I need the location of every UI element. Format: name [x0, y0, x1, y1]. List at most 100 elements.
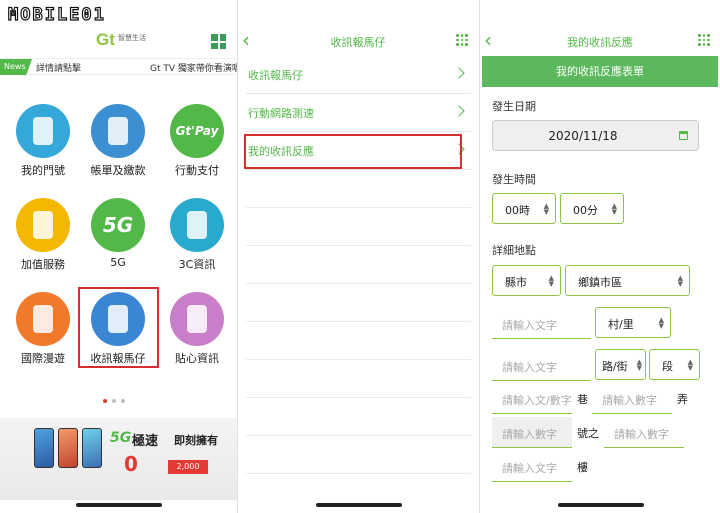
news-ticker[interactable]: News 詳情請點擊 Gt TV 獨家帶你看演唱: [0, 58, 237, 75]
5g-icon: 5G: [91, 198, 145, 252]
banner-fast: 極速: [132, 434, 159, 449]
date-field[interactable]: 2020/11/18: [492, 120, 699, 151]
calendar-icon[interactable]: [679, 131, 688, 140]
banner-zero: 0: [124, 452, 138, 476]
banner-5g: 5G: [110, 430, 132, 446]
service-5g[interactable]: 5G 5G: [83, 198, 153, 269]
screenshot: MOBILE01 Gt 智慧生活 News 詳情請點擊 Gt TV 獨家帶你看演…: [0, 0, 720, 513]
unit-alley: 弄: [677, 393, 688, 406]
phone-image: [34, 428, 54, 468]
menu-item-label: 行動網路測速: [248, 107, 314, 120]
home-indicator: [76, 503, 162, 507]
text-input-sub-number[interactable]: 請輸入數字: [604, 417, 684, 448]
section-select[interactable]: 段 ▲ ▼: [649, 349, 700, 380]
service-label: 貼心資訊: [175, 352, 219, 365]
service-gtpay[interactable]: Gt'Pay 行動支付: [162, 104, 232, 178]
satellite-icon: [16, 292, 70, 346]
menu-screen: ‹ 收訊報馬仔 收訊報馬仔 行動網路測速 我的收訊反應: [238, 0, 478, 513]
unit-floor: 樓: [577, 461, 588, 474]
chevron-right-icon: [453, 105, 465, 117]
updown-arrow-icon: ▲ ▼: [658, 316, 664, 330]
news-text: 詳情請點擊: [36, 64, 82, 74]
section-value: 段: [662, 360, 673, 373]
menu-header: ‹ 收訊報馬仔: [238, 28, 478, 54]
support-icon: [170, 292, 224, 346]
minute-select[interactable]: 00分 ▲ ▼: [560, 193, 624, 224]
home-header: MOBILE01 Gt 智慧生活: [0, 0, 237, 58]
updown-arrow-icon: ▲ ▼: [677, 274, 683, 288]
page-dots: [103, 388, 130, 407]
service-label: 加值服務: [21, 258, 65, 271]
service-label: 5G: [110, 256, 126, 269]
text-input-number[interactable]: 請輸入數字: [492, 417, 572, 448]
grid-dots-icon[interactable]: [698, 34, 710, 46]
placeholder: 請輸入數字: [614, 428, 669, 441]
minute-value: 00分: [573, 204, 598, 217]
updown-arrow-icon: ▲ ▼: [611, 202, 617, 216]
chevron-right-icon: [453, 67, 465, 79]
placeholder: 請輸入文字: [502, 462, 557, 475]
service-satellite[interactable]: 國際漫遊: [8, 292, 78, 366]
watermark-logo: MOBILE01: [7, 4, 106, 25]
service-label: 帳單及繳款: [90, 164, 146, 177]
service-label: 行動支付: [175, 164, 219, 177]
promo-banner[interactable]: 5G 極速 即刻擁有 0 2,000: [0, 418, 237, 500]
home-indicator: [316, 503, 402, 507]
menu-item-label: 收訊報馬仔: [248, 69, 303, 82]
menu-item-speedtest[interactable]: 行動網路測速: [246, 94, 471, 132]
divider: [246, 473, 471, 474]
updown-arrow-icon: ▲ ▼: [687, 358, 693, 372]
grid-menu-icon[interactable]: [211, 34, 226, 49]
time-label: 發生時間: [492, 173, 536, 186]
divider: [246, 397, 471, 398]
service-person[interactable]: 我的門號: [8, 104, 78, 178]
divider: [246, 359, 471, 360]
district-value: 鄉鎮市區: [578, 276, 622, 289]
county-select[interactable]: 縣市 ▲ ▼: [492, 265, 561, 296]
menu-item-report[interactable]: 收訊報馬仔: [246, 56, 471, 94]
county-value: 縣市: [505, 276, 527, 289]
hour-select[interactable]: 00時 ▲ ▼: [492, 193, 556, 224]
service-phone-dollar[interactable]: 3C資訊: [162, 198, 232, 272]
service-bill[interactable]: 帳單及繳款: [83, 104, 153, 178]
phone-dollar-icon: [170, 198, 224, 252]
road-select[interactable]: 路/街 ▲ ▼: [595, 349, 646, 380]
menu-title: 收訊報馬仔: [330, 36, 386, 49]
text-input-alley[interactable]: 請輸入數字: [592, 383, 672, 414]
updown-arrow-icon: ▲ ▼: [548, 274, 554, 288]
placeholder: 請輸入數字: [502, 428, 557, 441]
highlight-box: [78, 287, 159, 368]
form-banner: 我的收訊反應表單: [482, 56, 718, 87]
text-input-road[interactable]: 請輸入文字: [492, 308, 591, 339]
district-select[interactable]: 鄉鎮市區 ▲ ▼: [565, 265, 690, 296]
service-support[interactable]: 貼心資訊: [162, 292, 232, 366]
text-input-street[interactable]: 請輸入文字: [492, 350, 591, 381]
grid-dots-icon[interactable]: [456, 34, 468, 46]
brand-logo: Gt: [96, 30, 115, 49]
location-label: 詳細地點: [492, 244, 536, 257]
form-title: 我的收訊反應: [567, 36, 633, 49]
service-money-bag[interactable]: 加值服務: [8, 198, 78, 272]
form-screen: ‹ 我的收訊反應 我的收訊反應表單 發生日期 2020/11/18 發生時間 0…: [480, 0, 720, 513]
home-indicator: [558, 503, 644, 507]
form-header: ‹ 我的收訊反應: [480, 28, 720, 54]
service-label: 國際漫遊: [21, 352, 65, 365]
updown-arrow-icon: ▲ ▼: [543, 202, 549, 216]
banner-now: 即刻擁有: [174, 434, 218, 447]
divider: [246, 207, 471, 208]
text-input-lane[interactable]: 請輸入文/數字: [492, 383, 572, 414]
placeholder: 請輸入文字: [502, 361, 557, 374]
placeholder: 請輸入文字: [502, 319, 557, 332]
phone-image: [58, 428, 78, 468]
village-select[interactable]: 村/里 ▲ ▼: [595, 307, 671, 338]
gtpay-icon: Gt'Pay: [170, 104, 224, 158]
road-value: 路/街: [602, 360, 628, 373]
home-screen: MOBILE01 Gt 智慧生活 News 詳情請點擊 Gt TV 獨家帶你看演…: [0, 0, 237, 513]
phone-image: [82, 428, 102, 468]
placeholder: 請輸入文/數字: [502, 394, 572, 407]
placeholder: 請輸入數字: [602, 394, 657, 407]
date-label: 發生日期: [492, 100, 536, 113]
text-input-floor[interactable]: 請輸入文字: [492, 451, 572, 482]
bill-icon: [91, 104, 145, 158]
highlight-box: [244, 134, 462, 169]
